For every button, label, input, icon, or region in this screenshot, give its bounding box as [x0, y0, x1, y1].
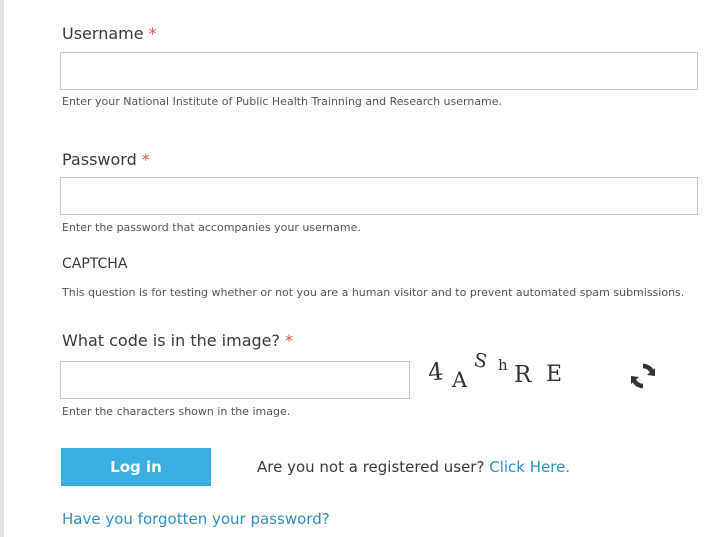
captcha-question-label: What code is in the image? * [62, 331, 293, 350]
register-prompt-text: Are you not a registered user? [257, 458, 485, 476]
captcha-char: R [514, 362, 532, 388]
captcha-char: 4 [426, 357, 445, 387]
password-required-marker: * [141, 150, 150, 169]
login-button[interactable]: Log in [61, 448, 211, 486]
forgot-password-link[interactable]: Have you forgotten your password? [62, 510, 330, 528]
captcha-required-marker: * [285, 331, 294, 350]
password-label-text: Password [62, 150, 137, 169]
register-prompt: Are you not a registered user? Click Her… [257, 458, 570, 476]
refresh-captcha-button[interactable] [628, 361, 658, 391]
username-label: Username * [62, 24, 157, 43]
captcha-question-text: What code is in the image? [62, 331, 281, 350]
captcha-image: 4 A S h R E [426, 349, 596, 398]
captcha-help: Enter the characters shown in the image. [62, 405, 291, 418]
register-link[interactable]: Click Here. [489, 458, 570, 476]
username-help: Enter your National Institute of Public … [62, 95, 503, 108]
captcha-char: E [546, 362, 563, 387]
captcha-char: h [498, 356, 508, 374]
password-label: Password * [62, 150, 150, 169]
captcha-char: S [471, 348, 490, 374]
username-label-text: Username [62, 24, 144, 43]
captcha-heading: CAPTCHA [62, 256, 128, 272]
password-help: Enter the password that accompanies your… [62, 221, 361, 234]
captcha-input[interactable] [60, 361, 410, 399]
username-required-marker: * [148, 24, 157, 43]
password-input[interactable] [60, 177, 698, 215]
captcha-char: A [452, 368, 468, 392]
login-form: Username * Enter your National Institute … [0, 0, 724, 537]
username-input[interactable] [60, 52, 698, 90]
captcha-description: This question is for testing whether or … [62, 286, 685, 299]
refresh-icon [631, 363, 655, 389]
